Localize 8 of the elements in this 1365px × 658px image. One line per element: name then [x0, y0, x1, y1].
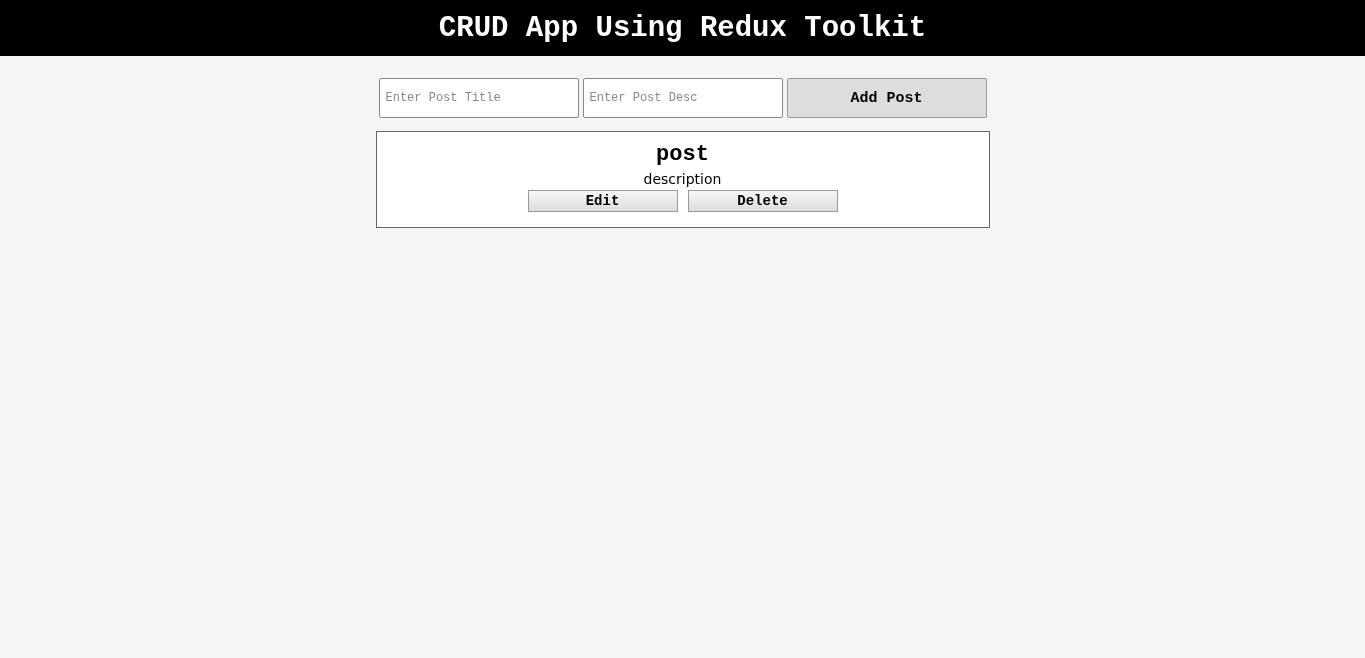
delete-button[interactable]: Delete: [687, 190, 838, 212]
post-title: post: [656, 142, 709, 168]
edit-button[interactable]: Edit: [527, 190, 678, 212]
app-title: CRUD App Using Redux Toolkit: [438, 11, 927, 45]
post-desc-field[interactable]: Enter Post Desc: [582, 78, 783, 118]
add-post-button[interactable]: Add Post: [786, 78, 987, 118]
post-title-field[interactable]: Enter Post Title: [378, 78, 579, 118]
post-description: description: [643, 170, 722, 189]
